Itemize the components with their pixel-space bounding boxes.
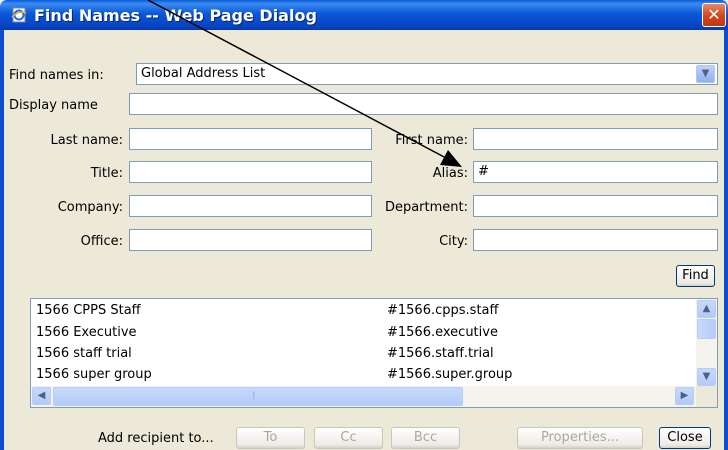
annotation-arrow xyxy=(147,0,462,167)
